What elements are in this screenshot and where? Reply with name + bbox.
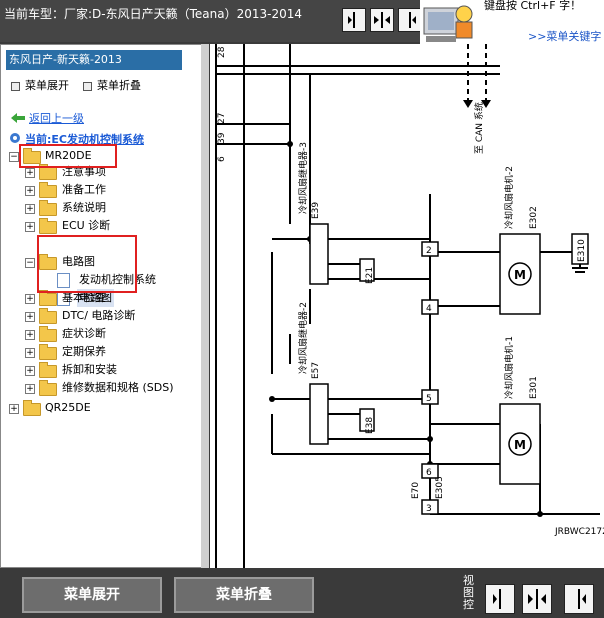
- collapse-node-icon[interactable]: −: [9, 152, 19, 162]
- back-link[interactable]: 返回上一级: [29, 110, 84, 126]
- view-left-pane-button-bottom[interactable]: [485, 584, 515, 614]
- expand-menu-link[interactable]: 菜单展开: [11, 77, 69, 93]
- wire-label: 28: [217, 46, 227, 58]
- expand-icon: [11, 81, 20, 91]
- pin-label: 3: [426, 504, 432, 514]
- wiring-diagram-canvas: M M 28 27 39 6 至 CAN 系统 冷却风扇继电器-3 E39 冷却…: [215, 44, 604, 568]
- collapse-node-icon[interactable]: −: [25, 258, 35, 268]
- expand-node-icon[interactable]: +: [25, 312, 35, 322]
- e38-label: E38: [365, 417, 375, 434]
- folder-icon: [39, 308, 57, 324]
- folder-icon: [39, 290, 57, 306]
- expand-node-icon[interactable]: +: [25, 366, 35, 376]
- navigation-panel: 东风日产-新天籁-2013 菜单展开 菜单折叠 返回上一级 当前:EC发动机控制…: [0, 44, 208, 568]
- collapse-icon: [83, 81, 92, 91]
- pane-left-icon: [493, 589, 501, 609]
- tree-label: 症状诊断: [62, 327, 106, 340]
- pin-label: 5: [426, 394, 432, 404]
- motor-1-connector: E301: [529, 376, 539, 399]
- view-split-button[interactable]: [370, 8, 394, 32]
- e310-label: E310: [577, 239, 587, 262]
- expand-node-icon[interactable]: +: [25, 294, 35, 304]
- expand-node-icon[interactable]: +: [9, 404, 19, 414]
- folder-icon: [39, 182, 57, 198]
- panel-splitter[interactable]: [201, 44, 209, 568]
- motor-2-label: 冷却风扇电机-2: [503, 166, 515, 229]
- collapse-menu-label: 菜单折叠: [97, 79, 141, 92]
- pane-right-icon: [578, 589, 586, 609]
- pin-label: 2: [426, 246, 432, 256]
- system-icon: [10, 133, 20, 143]
- e21-label: E21: [365, 267, 375, 284]
- pane-right-icon: [409, 12, 416, 28]
- folder-icon: [39, 164, 57, 180]
- folder-icon: [23, 400, 41, 416]
- tree-label: DTC/ 电路诊断: [62, 309, 136, 322]
- relay-2-label: 冷却风扇继电器-2: [297, 302, 309, 374]
- wiring-diagram[interactable]: M M 28 27 39 6 至 CAN 系统 冷却风扇继电器-3 E39 冷却…: [210, 44, 604, 568]
- folder-icon: [39, 326, 57, 342]
- view-control-label: 视图控: [463, 574, 474, 611]
- highlight-box: [19, 144, 117, 168]
- collapse-menu-link[interactable]: 菜单折叠: [83, 77, 141, 93]
- expand-node-icon[interactable]: +: [25, 384, 35, 394]
- tree-label: 准备工作: [62, 183, 106, 196]
- wire-label: 39: [217, 132, 227, 144]
- vehicle-title: 当前车型：厂家:D-东风日产天籁（Teana）2013-2014: [4, 7, 303, 21]
- motor-1-symbol: M: [514, 438, 526, 452]
- pin-label: 6: [426, 468, 432, 478]
- mascot-icon: [423, 5, 473, 42]
- tree-label: 拆卸和安装: [62, 363, 117, 376]
- folder-icon: [39, 380, 57, 396]
- pane-left-icon: [348, 12, 355, 28]
- motor-1-label: 冷却风扇电机-1: [503, 336, 515, 399]
- expand-menu-label: 菜单展开: [25, 79, 69, 92]
- relay-3-connector: E39: [311, 202, 321, 219]
- view-right-pane-button[interactable]: [398, 8, 422, 32]
- folder-icon: [39, 218, 57, 234]
- collapse-menu-button[interactable]: 菜单折叠: [174, 577, 314, 613]
- e305-label: E305: [435, 476, 445, 499]
- expand-menu-button[interactable]: 菜单展开: [22, 577, 162, 613]
- e70-label: E70: [411, 482, 421, 499]
- wire-label: 6: [217, 156, 227, 162]
- pin-label: 4: [426, 304, 432, 314]
- tree-label: 定期保养: [62, 345, 106, 358]
- diagram-code: JRBWC2172G: [554, 527, 604, 537]
- menu-keyword-link[interactable]: >>菜单关键字: [528, 28, 601, 44]
- view-split-button-bottom[interactable]: [522, 584, 552, 614]
- motor-2-connector: E302: [529, 206, 539, 229]
- wire-label: 27: [217, 113, 227, 124]
- expand-node-icon[interactable]: +: [25, 222, 35, 232]
- top-bar: 当前车型：厂家:D-东风日产天籁（Teana）2013-2014 键盘按 Ctr…: [0, 0, 604, 44]
- bottom-toolbar: 菜单展开 菜单折叠: [0, 570, 604, 618]
- motor-2-symbol: M: [514, 268, 526, 282]
- tree-label: ECU 诊断: [62, 219, 111, 232]
- can-label: 至 CAN 系统: [473, 102, 485, 154]
- expand-node-icon[interactable]: +: [25, 186, 35, 196]
- shortcut-tip-banner: 键盘按 Ctrl+F 字！ >>菜单关键字: [420, 0, 604, 44]
- expand-node-icon[interactable]: +: [25, 204, 35, 214]
- relay-3-label: 冷却风扇继电器-3: [297, 142, 309, 214]
- highlight-box: [37, 235, 137, 293]
- tree-label: 维修数据和规格 (SDS): [62, 381, 174, 394]
- expand-node-icon[interactable]: +: [25, 348, 35, 358]
- view-right-pane-button-bottom[interactable]: [564, 584, 594, 614]
- folder-icon: [39, 200, 57, 216]
- relay-2-connector: E57: [311, 362, 321, 379]
- tree-label: QR25DE: [45, 401, 91, 414]
- expand-node-icon[interactable]: +: [25, 168, 35, 178]
- shortcut-tip-text: 键盘按 Ctrl+F 字！: [484, 0, 582, 12]
- back-arrow-icon: [11, 113, 25, 123]
- folder-icon: [39, 362, 57, 378]
- pane-split-icon: [374, 12, 390, 28]
- expand-node-icon[interactable]: +: [25, 330, 35, 340]
- view-left-pane-button[interactable]: [342, 8, 366, 32]
- pane-split-icon: [528, 589, 546, 609]
- tree-label: 系统说明: [62, 201, 106, 214]
- model-title: 东风日产-新天籁-2013: [6, 50, 182, 70]
- folder-icon: [39, 344, 57, 360]
